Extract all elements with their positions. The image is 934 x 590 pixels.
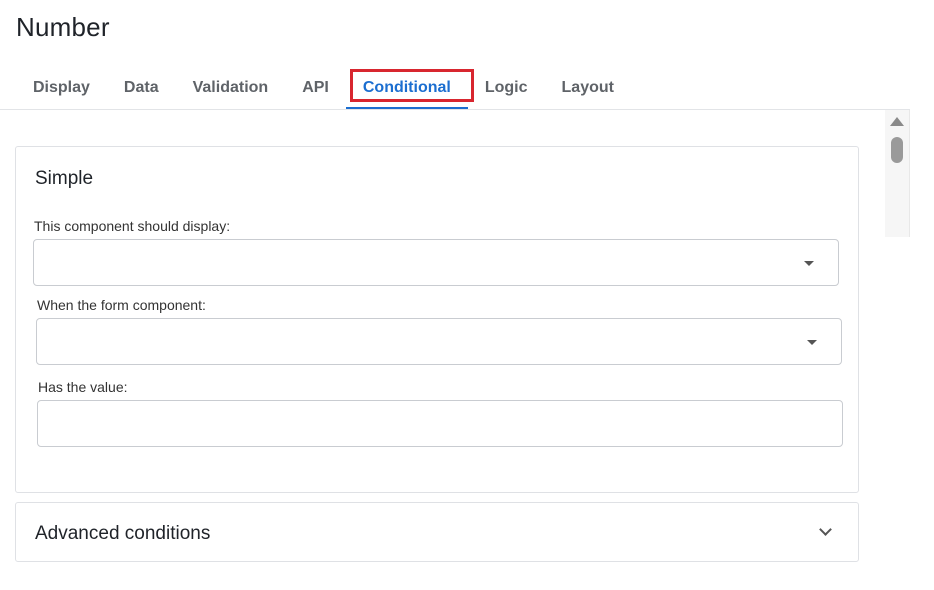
tab-layout[interactable]: Layout — [545, 66, 631, 109]
tab-conditional[interactable]: Conditional — [345, 66, 468, 109]
tabs-divider — [0, 109, 910, 110]
scroll-thumb[interactable] — [891, 137, 903, 163]
tab-logic[interactable]: Logic — [468, 66, 545, 109]
advanced-heading: Advanced conditions — [35, 523, 211, 544]
caret-down-icon — [804, 261, 814, 266]
advanced-conditions-panel[interactable]: Advanced conditions — [15, 502, 859, 562]
simple-conditional-panel: Simple This component should display: Wh… — [15, 146, 859, 493]
component-label: When the form component: — [37, 297, 206, 313]
display-label: This component should display: — [34, 218, 231, 234]
value-label: Has the value: — [38, 379, 128, 395]
tab-bar: Display Data Validation API Conditional … — [16, 66, 631, 110]
tab-api[interactable]: API — [285, 66, 346, 109]
caret-down-icon — [807, 340, 817, 345]
tab-validation[interactable]: Validation — [176, 66, 286, 109]
value-input[interactable] — [37, 400, 843, 447]
tab-data[interactable]: Data — [107, 66, 176, 109]
chevron-down-icon[interactable] — [819, 523, 832, 536]
tab-display[interactable]: Display — [16, 66, 107, 109]
vertical-scrollbar[interactable] — [885, 110, 910, 237]
page-title: Number — [16, 12, 110, 42]
scroll-up-arrow-icon[interactable] — [890, 117, 904, 126]
simple-heading: Simple — [35, 168, 94, 189]
display-select[interactable] — [33, 239, 839, 286]
component-select[interactable] — [36, 318, 842, 365]
